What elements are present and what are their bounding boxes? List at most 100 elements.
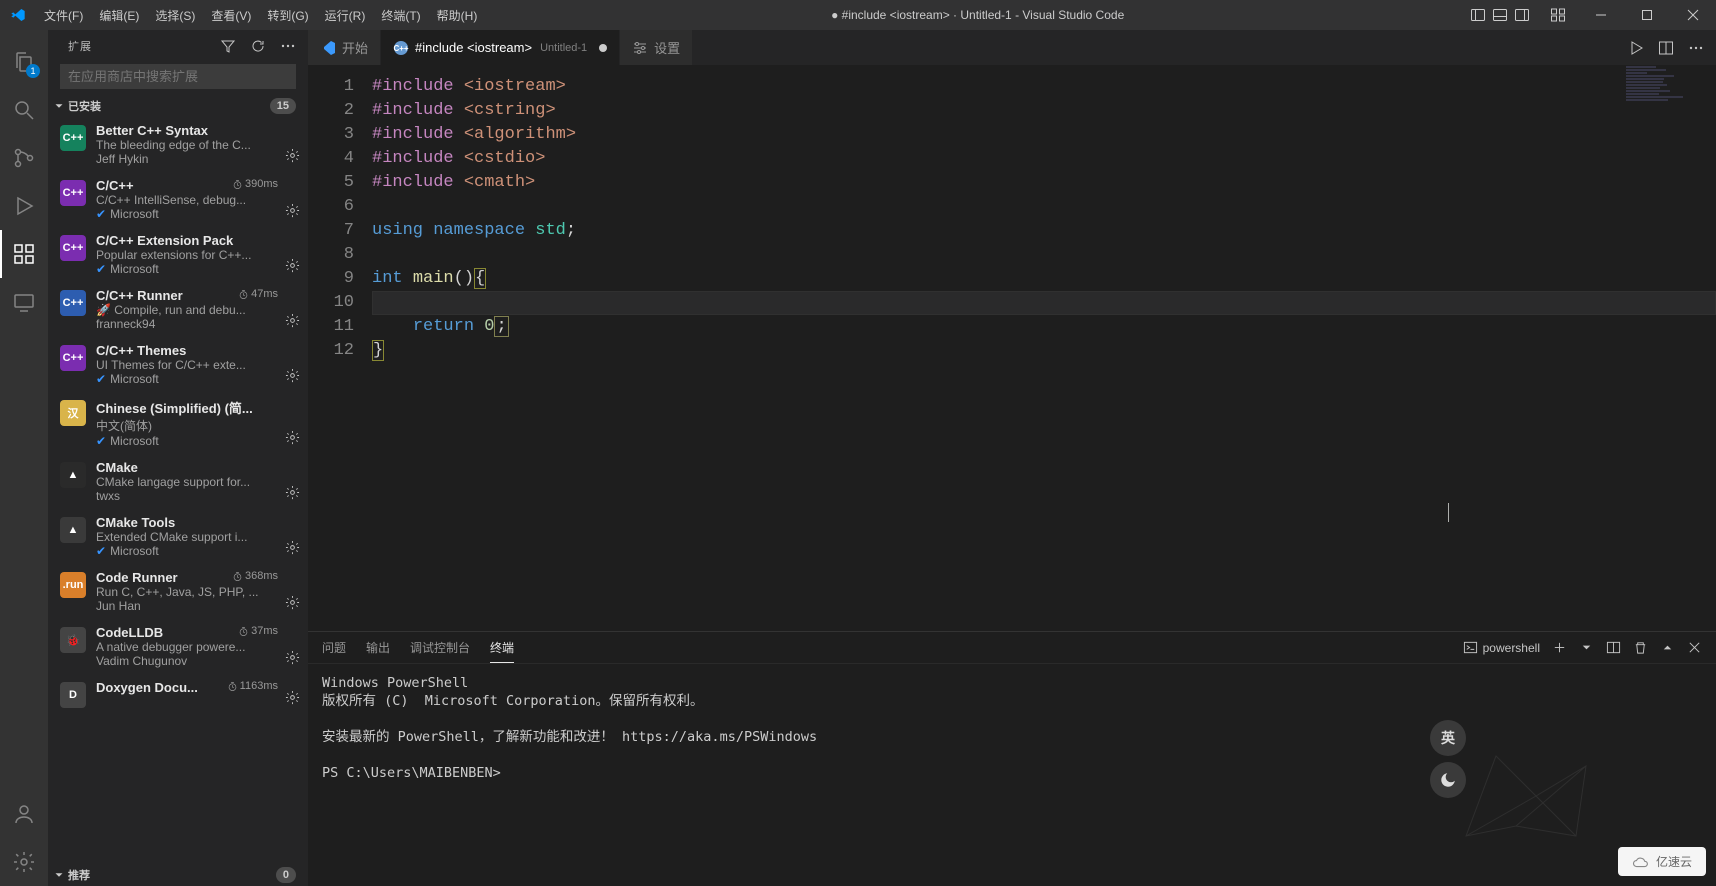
text-cursor-icon: [1448, 503, 1449, 522]
menu-item[interactable]: 查看(V): [203, 0, 259, 30]
activity-account[interactable]: [0, 790, 48, 838]
section-installed[interactable]: 已安装 15: [48, 95, 308, 117]
chevron-down-icon[interactable]: [1579, 640, 1594, 655]
extension-icon: .run: [60, 572, 86, 598]
menu-item[interactable]: 转到(G): [259, 0, 316, 30]
extension-timing: 47ms: [238, 288, 278, 300]
toggle-panel-bottom-icon[interactable]: [1492, 7, 1508, 23]
extension-settings-icon[interactable]: [285, 203, 300, 221]
menu-item[interactable]: 选择(S): [147, 0, 203, 30]
menu-item[interactable]: 编辑(E): [91, 0, 147, 30]
filter-icon[interactable]: [220, 38, 236, 54]
maximize-panel-icon[interactable]: [1660, 640, 1675, 655]
extension-item[interactable]: C++C/C++ Runner🚀 Compile, run and debu..…: [48, 282, 308, 337]
panel-tab-terminal[interactable]: 终端: [490, 633, 514, 663]
activity-scm[interactable]: [0, 134, 48, 182]
moon-icon: [1439, 771, 1457, 789]
activity-explorer[interactable]: 1: [0, 38, 48, 86]
window-minimize[interactable]: [1578, 0, 1624, 30]
code-line[interactable]: [372, 243, 1716, 267]
activity-remote[interactable]: [0, 278, 48, 326]
search-input[interactable]: [60, 64, 296, 89]
code-line[interactable]: using namespace std;: [372, 219, 1716, 243]
tab-welcome[interactable]: 开始: [308, 30, 381, 65]
terminal-icon: [1463, 640, 1478, 655]
line-number: 4: [308, 147, 354, 171]
sidebar-title: 扩展: [68, 38, 220, 54]
new-terminal-icon[interactable]: [1552, 640, 1567, 655]
extension-settings-icon[interactable]: [285, 540, 300, 558]
extension-item[interactable]: DDoxygen Docu...1163ms: [48, 674, 308, 714]
code-line[interactable]: #include <iostream>: [372, 75, 1716, 99]
extension-settings-icon[interactable]: [285, 148, 300, 166]
code-line[interactable]: #include <algorithm>: [372, 123, 1716, 147]
minimap[interactable]: [1626, 65, 1716, 125]
extension-item[interactable]: 🐞CodeLLDBA native debugger powere...Vadi…: [48, 619, 308, 674]
extension-settings-icon[interactable]: [285, 595, 300, 613]
toggle-panel-right-icon[interactable]: [1514, 7, 1530, 23]
window-maximize[interactable]: [1624, 0, 1670, 30]
code-line[interactable]: #include <cstring>: [372, 99, 1716, 123]
extension-list[interactable]: C++Better C++ SyntaxThe bleeding edge of…: [48, 117, 308, 864]
activity-run-debug[interactable]: [0, 182, 48, 230]
activity-settings[interactable]: [0, 838, 48, 886]
extension-item[interactable]: C++C/C++ Extension PackPopular extension…: [48, 227, 308, 282]
split-terminal-icon[interactable]: [1606, 640, 1621, 655]
code-line[interactable]: [372, 195, 1716, 219]
more-actions-icon[interactable]: [1688, 40, 1704, 56]
line-number: 2: [308, 99, 354, 123]
extension-settings-icon[interactable]: [285, 258, 300, 276]
run-file-icon[interactable]: [1628, 40, 1644, 56]
extension-settings-icon[interactable]: [285, 313, 300, 331]
customize-layout-icon[interactable]: [1550, 7, 1566, 23]
code-line[interactable]: }: [372, 339, 1716, 363]
layout-controls: [1470, 7, 1566, 23]
panel-tab-problems[interactable]: 问题: [322, 633, 346, 662]
terminal-shell-selector[interactable]: powershell: [1463, 640, 1540, 655]
activity-search[interactable]: [0, 86, 48, 134]
tab-settings[interactable]: 设置: [620, 30, 693, 65]
menu-item[interactable]: 帮助(H): [429, 0, 486, 30]
kill-terminal-icon[interactable]: [1633, 640, 1648, 655]
split-editor-icon[interactable]: [1658, 40, 1674, 56]
tab-active-file[interactable]: C++ #include <iostream> Untitled-1: [381, 30, 620, 65]
extension-item[interactable]: .runCode RunnerRun C, C++, Java, JS, PHP…: [48, 564, 308, 619]
code-line[interactable]: int main(){: [372, 267, 1716, 291]
line-number: 10: [308, 291, 354, 315]
extension-item[interactable]: ▲CMake ToolsExtended CMake support i...✔…: [48, 509, 308, 564]
extension-settings-icon[interactable]: [285, 650, 300, 668]
extension-settings-icon[interactable]: [285, 430, 300, 448]
code-line[interactable]: #include <cmath>: [372, 171, 1716, 195]
extension-settings-icon[interactable]: [285, 690, 300, 708]
menu-item[interactable]: 文件(F): [36, 0, 91, 30]
extension-item[interactable]: 汉Chinese (Simplified) (简...中文(简体)✔Micros…: [48, 392, 308, 454]
code-content[interactable]: #include <iostream>#include <cstring>#in…: [372, 65, 1716, 631]
activity-extensions[interactable]: [0, 230, 48, 278]
extension-item[interactable]: C++Better C++ SyntaxThe bleeding edge of…: [48, 117, 308, 172]
code-line[interactable]: return 0;: [372, 315, 1716, 339]
window-close[interactable]: [1670, 0, 1716, 30]
panel-tab-debug[interactable]: 调试控制台: [410, 633, 470, 662]
extension-item[interactable]: C++C/C++ ThemesUI Themes for C/C++ exte.…: [48, 337, 308, 392]
tab-active-name: #include <iostream>: [415, 40, 532, 55]
menu-item[interactable]: 运行(R): [317, 0, 374, 30]
close-panel-icon[interactable]: [1687, 640, 1702, 655]
menu-item[interactable]: 终端(T): [373, 0, 428, 30]
extension-item[interactable]: C++C/C++C/C++ IntelliSense, debug...✔Mic…: [48, 172, 308, 227]
extension-settings-icon[interactable]: [285, 485, 300, 503]
extension-publisher: twxs: [96, 489, 298, 503]
more-icon[interactable]: [280, 38, 296, 54]
code-line[interactable]: #include <cstdio>: [372, 147, 1716, 171]
extension-settings-icon[interactable]: [285, 368, 300, 386]
section-recommended[interactable]: 推荐 0: [48, 864, 308, 886]
code-editor[interactable]: 123456789101112 #include <iostream>#incl…: [308, 65, 1716, 631]
extension-item[interactable]: ▲CMakeCMake langage support for...twxs: [48, 454, 308, 509]
line-number: 11: [308, 315, 354, 339]
panel-tab-output[interactable]: 输出: [366, 633, 390, 662]
line-number-gutter: 123456789101112: [308, 65, 372, 631]
toggle-panel-left-icon[interactable]: [1470, 7, 1486, 23]
menu-bar: 文件(F)编辑(E)选择(S)查看(V)转到(G)运行(R)终端(T)帮助(H): [36, 0, 485, 30]
code-line[interactable]: [372, 291, 1716, 315]
refresh-icon[interactable]: [250, 38, 266, 54]
line-number: 12: [308, 339, 354, 363]
